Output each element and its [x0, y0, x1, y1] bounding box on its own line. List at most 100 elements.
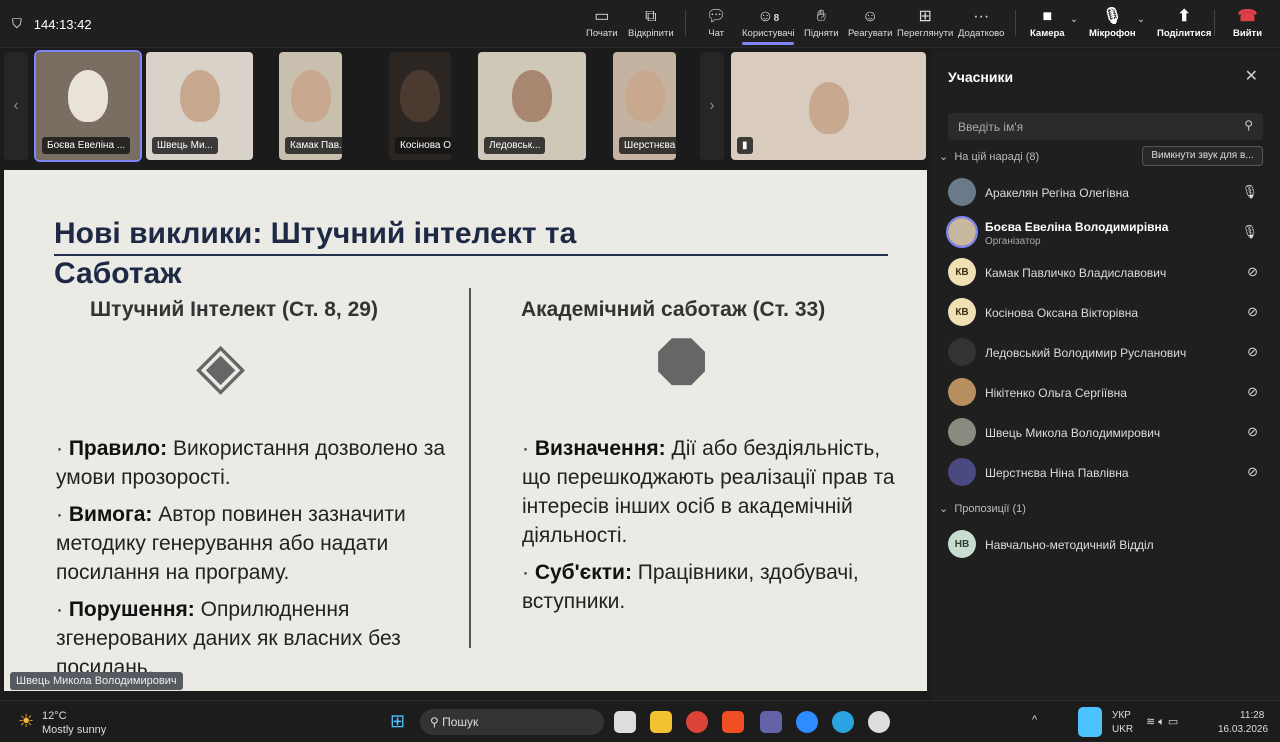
leave-button[interactable]: ☎ Вийти [1233, 6, 1262, 39]
windows-taskbar: ☀ 12°C Mostly sunny ⊞ ⚲ Пошук ^ УКР UKR … [0, 700, 1280, 742]
video-tile[interactable]: Швець Ми... [146, 52, 253, 160]
raise-hand-icon: ✋︎ [816, 8, 826, 25]
participant-name: Нікітенко Ольга Сергіївна [985, 386, 1127, 400]
suggested-participant[interactable]: НВ Навчально-методичний Відділ [948, 530, 1268, 560]
view-button[interactable]: ⊞ Переглянути [897, 6, 953, 39]
suggestions-section[interactable]: ⌄ Пропозиції (1) [939, 502, 1026, 515]
mute-all-button[interactable]: Вимкнути звук для в... [1142, 146, 1263, 166]
avatar [948, 338, 976, 366]
meeting-timer: ⛉ 144:13:42 [12, 16, 92, 32]
avatar: КВ [948, 298, 976, 326]
taskbar-search[interactable]: ⚲ Пошук [420, 709, 604, 735]
popout-button[interactable]: ⧉ Відкріпити [628, 6, 674, 39]
panel-title: Учасники [948, 69, 1014, 85]
participant-row[interactable]: Шерстнєва Ніна Павлівна ⊘ [948, 458, 1268, 488]
view-icon: ⊞ [918, 8, 932, 25]
participant-row[interactable]: КВ Камак Павличко Владиславович ⊘ [948, 258, 1268, 288]
mic-button[interactable]: 🎙︎ Мікрофон [1089, 6, 1136, 39]
avatar [948, 178, 976, 206]
people-button[interactable]: ☺8 Користувачі [742, 6, 795, 45]
signal-icon: ▮ [737, 137, 753, 154]
camera-options-chevron-icon[interactable]: ⌄ [1070, 14, 1078, 25]
raise-hand-button[interactable]: ✋︎ Підняти [804, 6, 839, 39]
participants-panel: Учасники ✕ Введіть ім'я ⚲ ⌄ На цій нараді… [931, 50, 1280, 700]
left-heading: Штучний Інтелект (Ст. 8, 29) [90, 298, 378, 321]
mic-muted-icon[interactable]: ⊘ [1247, 264, 1258, 280]
task-view-icon[interactable] [614, 711, 636, 733]
mic-options-chevron-icon[interactable]: ⌄ [1137, 14, 1145, 25]
windows-start-icon[interactable]: ⊞ [390, 711, 405, 732]
video-tile-active-speaker[interactable]: ▮ [731, 52, 926, 160]
avatar [946, 216, 978, 248]
telegram-icon[interactable] [832, 711, 854, 733]
video-tile[interactable]: Боєва Евеліна ... [34, 50, 142, 162]
participant-row[interactable]: Боєва Евеліна Володимирівна Організатор 🎙︎ [946, 216, 1268, 248]
right-heading: Академічний саботаж (Ст. 33) [521, 298, 826, 321]
mic-in-use-icon[interactable] [1078, 707, 1102, 737]
mic-muted-icon[interactable]: ⊘ [1247, 464, 1258, 480]
mic-icon[interactable]: 🎙︎ [1241, 184, 1258, 200]
camera-icon: ■ [1042, 8, 1053, 25]
close-icon[interactable]: ✕ [1245, 66, 1258, 86]
mic-muted-icon[interactable]: ⊘ [1247, 344, 1258, 360]
participant-row[interactable]: КВ Косінова Оксана Вікторівна ⊘ [948, 298, 1268, 328]
right-bullets: · Визначення: Дії або бездіяльність, що … [522, 437, 895, 613]
prev-chevron-icon[interactable]: ‹ [4, 52, 28, 160]
participant-name: Шерстнєва Ніна Павлівна [985, 466, 1129, 480]
participant-name: Швець Микола Володимирович [985, 426, 1161, 440]
left-bullets: · Правило: Використання дозволено за умо… [56, 437, 446, 679]
network-volume-battery-icon[interactable]: ≋ 🔈︎ ▭ [1146, 715, 1178, 729]
brain-icon: ◈ [196, 329, 246, 401]
participant-row[interactable]: Аракелян Регіна Олегівна 🎙︎ [948, 178, 1268, 208]
avatar [948, 378, 976, 406]
video-tile[interactable]: Камак Пав... [279, 52, 342, 160]
video-tile[interactable]: Ледовськ... [478, 52, 586, 160]
mic-muted-icon[interactable]: ⊘ [1247, 304, 1258, 320]
popout-icon: ⧉ [645, 8, 657, 25]
search-icon: ⚲ [1244, 118, 1253, 132]
react-button[interactable]: ☺ Реагувати [848, 6, 892, 39]
video-tile[interactable]: Шерстнєва... [613, 52, 676, 160]
participant-name: Камак Павличко Владиславович [985, 266, 1167, 280]
mic-muted-icon[interactable]: ⊘ [1247, 384, 1258, 400]
video-tile[interactable]: Косінова О... [389, 52, 451, 160]
participant-search-input[interactable]: Введіть ім'я ⚲ [948, 113, 1263, 140]
participant-row[interactable]: Швець Микола Володимирович ⊘ [948, 418, 1268, 448]
in-meeting-section[interactable]: ⌄ На цій нараді (8) [939, 150, 1039, 163]
participant-row[interactable]: Ледовський Володимир Русланович ⊘ [948, 338, 1268, 368]
participant-row[interactable]: Нікітенко Ольга Сергіївна ⊘ [948, 378, 1268, 408]
chat-button[interactable]: 💬︎ Чат [706, 6, 726, 39]
avatar: КВ [948, 258, 976, 286]
react-icon: ☺ [862, 8, 879, 25]
app-icon[interactable] [868, 711, 890, 733]
share-button[interactable]: ⬆ Поділитися [1157, 6, 1211, 39]
camera-button[interactable]: ■ Камера [1030, 6, 1065, 39]
more-button[interactable]: ··· Додатково [958, 6, 1004, 39]
next-chevron-icon[interactable]: › [700, 52, 724, 160]
file-explorer-icon[interactable] [650, 711, 672, 733]
mic-icon[interactable]: 🎙︎ [1241, 224, 1258, 240]
teams-icon[interactable] [760, 711, 782, 733]
participant-name: Боєва Евеліна Володимирівна [985, 220, 1169, 234]
share-screen-icon: ▭ [594, 8, 610, 25]
participant-name: Аракелян Регіна Олегівна [985, 186, 1129, 200]
mic-icon: 🎙︎ [1102, 8, 1123, 25]
avatar [948, 418, 976, 446]
share-screen-button[interactable]: ▭ Почати [586, 6, 618, 39]
chat-icon: 💬︎ [706, 8, 727, 25]
chrome-icon[interactable] [686, 711, 708, 733]
tray-chevron-icon[interactable]: ^ [1032, 714, 1037, 726]
avatar [948, 458, 976, 486]
leave-icon: ☎ [1237, 8, 1258, 25]
brave-icon[interactable] [722, 711, 744, 733]
weather-icon: ☀ [18, 711, 35, 731]
mic-muted-icon[interactable]: ⊘ [1247, 424, 1258, 440]
zoom-icon[interactable] [796, 711, 818, 733]
share-icon: ⬆ [1177, 8, 1191, 25]
participant-role: Організатор [985, 236, 1041, 247]
stop-hand-icon: ⯃ [656, 329, 708, 401]
more-icon: ··· [973, 8, 990, 25]
video-strip: ‹ Боєва Евеліна ... Швець Ми... Камак Па… [4, 50, 928, 162]
speaker-label: Швець Микола Володимирович [10, 672, 183, 690]
participant-name: Косінова Оксана Вікторівна [985, 306, 1139, 320]
